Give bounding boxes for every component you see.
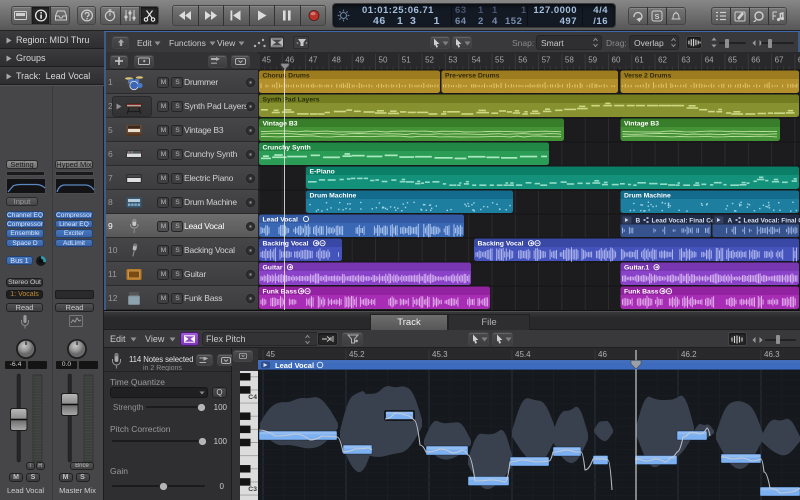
svg-text:49: 49: [355, 56, 364, 65]
svg-text:60: 60: [612, 56, 621, 65]
svg-text:52: 52: [425, 56, 434, 65]
svg-text:Crunchy Synth: Crunchy Synth: [263, 145, 311, 152]
svg-text:66: 66: [751, 56, 760, 65]
svg-text:S: S: [654, 12, 659, 21]
svg-text:B: B: [636, 218, 641, 225]
svg-text:Lead Vocal: Lead Vocal: [263, 217, 298, 224]
svg-text:Drum Machine: Drum Machine: [310, 193, 357, 200]
svg-text:50: 50: [379, 56, 388, 65]
svg-text:46: 46: [598, 350, 607, 359]
svg-text:Guitar: Guitar: [263, 265, 283, 272]
svg-text:58: 58: [565, 56, 574, 65]
svg-text:Vintage B3: Vintage B3: [263, 121, 298, 128]
svg-text:51: 51: [402, 56, 411, 65]
svg-text:63: 63: [681, 56, 690, 65]
svg-text:65: 65: [728, 56, 737, 65]
svg-text:56: 56: [518, 56, 527, 65]
svg-text:Lead Vocal: Lead Vocal: [275, 361, 314, 370]
svg-text:57: 57: [542, 56, 551, 65]
svg-text:Guitar.1: Guitar.1: [624, 265, 650, 272]
svg-text:47: 47: [309, 56, 318, 65]
svg-text:62: 62: [658, 56, 667, 65]
svg-text:53: 53: [448, 56, 457, 65]
svg-text:Backing Vocal: Backing Vocal: [263, 241, 309, 248]
svg-text:Vintage B3: Vintage B3: [624, 121, 659, 128]
svg-text:A: A: [728, 218, 733, 225]
svg-text:Funk Bass: Funk Bass: [624, 289, 659, 296]
svg-text:Pre-verse Drums: Pre-verse Drums: [445, 73, 500, 80]
svg-text:Verse 2 Drums: Verse 2 Drums: [624, 73, 671, 80]
svg-text:Chorus Drums: Chorus Drums: [263, 73, 310, 80]
svg-text:Lead Vocal: Final Co: Lead Vocal: Final Co: [652, 218, 715, 225]
svg-text:55: 55: [495, 56, 504, 65]
svg-text:64: 64: [705, 56, 714, 65]
svg-text:C4: C4: [248, 394, 257, 401]
svg-text:45: 45: [266, 350, 275, 359]
svg-text:54: 54: [472, 56, 481, 65]
svg-text:67: 67: [775, 56, 784, 65]
svg-text:45.3: 45.3: [432, 350, 448, 359]
svg-text:Synth Pad Layers: Synth Pad Layers: [263, 97, 320, 104]
svg-text:C3: C3: [248, 486, 257, 493]
svg-text:59: 59: [588, 56, 597, 65]
svg-text:Drum Machine: Drum Machine: [624, 193, 671, 200]
svg-text:Funk Bass: Funk Bass: [263, 289, 298, 296]
svg-text:46.3: 46.3: [764, 350, 780, 359]
svg-text:Lead Vocal: Final C: Lead Vocal: Final C: [744, 218, 800, 225]
svg-text:48: 48: [332, 56, 341, 65]
svg-text:45: 45: [262, 56, 271, 65]
svg-text:46.2: 46.2: [681, 350, 697, 359]
svg-text:61: 61: [635, 56, 644, 65]
svg-text:E-Piano: E-Piano: [310, 169, 335, 176]
svg-text:Backing Vocal: Backing Vocal: [478, 241, 524, 248]
svg-text:45.4: 45.4: [515, 350, 531, 359]
svg-text:45.2: 45.2: [349, 350, 365, 359]
